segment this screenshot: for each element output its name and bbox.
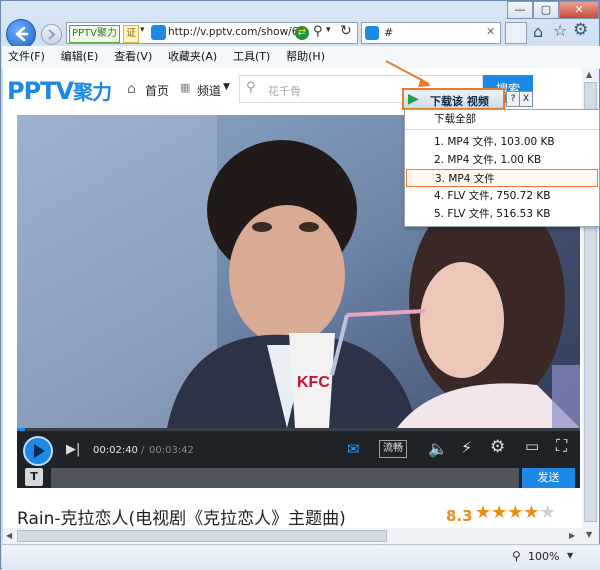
star-filled-icon: ★: [523, 502, 540, 523]
menu-view[interactable]: 查看(V): [108, 46, 158, 68]
new-tab-button[interactable]: [505, 22, 527, 44]
settings-gear-icon[interactable]: ⚙: [490, 437, 505, 457]
pptv-logo[interactable]: PPTV聚力: [7, 76, 112, 105]
fullscreen-icon[interactable]: ⛶: [556, 436, 567, 456]
browser-tab[interactable]: # ✕: [361, 22, 501, 44]
volume-icon[interactable]: 🔈: [428, 439, 448, 458]
quality-button[interactable]: 流畅: [379, 440, 407, 458]
arrow-left-icon: [15, 26, 29, 42]
download-item-3[interactable]: 3. MP4 文件: [406, 169, 598, 187]
scroll-up-icon[interactable]: ▲: [586, 70, 592, 79]
rating-stars: ★★★★★: [475, 502, 556, 523]
certificate-badge[interactable]: 证: [123, 25, 139, 43]
boost-icon[interactable]: ⚡: [461, 438, 472, 457]
forward-button[interactable]: [41, 24, 62, 45]
menu-tools[interactable]: 工具(T): [227, 46, 276, 68]
menu-bar: 文件(F) 编辑(E) 查看(V) 收藏夹(A) 工具(T) 帮助(H): [2, 46, 600, 69]
search-placeholder: 花千骨: [268, 85, 301, 98]
url-text[interactable]: http://v.pptv.com/show/6(: [168, 26, 308, 38]
download-item-1[interactable]: 1. MP4 文件, 103.00 KB: [406, 133, 598, 151]
back-button[interactable]: [6, 19, 36, 49]
progress-track[interactable]: [17, 428, 580, 431]
search-dropdown-icon[interactable]: ▾: [326, 25, 331, 35]
minimize-button[interactable]: —: [507, 1, 533, 19]
menu-help[interactable]: 帮助(H): [280, 46, 331, 68]
star-filled-icon: ★: [475, 502, 492, 523]
time-total: 00:03:42: [149, 445, 194, 456]
compat-view-icon[interactable]: ⇄: [295, 26, 309, 40]
search-icon[interactable]: ⚲: [313, 24, 323, 39]
send-button[interactable]: 发送: [522, 468, 575, 488]
download-item-4[interactable]: 4. FLV 文件, 750.72 KB: [406, 187, 598, 205]
downloader-close-button[interactable]: X: [519, 91, 533, 107]
browser-window: — ▢ ✕ PPTV聚力 证 ▾ http://v.pptv.com/show/…: [0, 0, 600, 570]
time-separator: /: [141, 445, 145, 456]
site-favicon-icon: [151, 25, 166, 40]
download-item-5[interactable]: 5. FLV 文件, 516.53 KB: [406, 205, 598, 223]
download-item-2[interactable]: 2. MP4 文件, 1.00 KB: [406, 151, 598, 169]
progress-fill: [17, 428, 26, 431]
star-filled-icon: ★: [507, 502, 524, 523]
widescreen-icon[interactable]: ▭: [525, 437, 539, 455]
scroll-down-icon[interactable]: ▼: [586, 530, 592, 539]
menu-file[interactable]: 文件(F): [2, 46, 51, 68]
play-button[interactable]: [23, 436, 53, 466]
chevron-down-icon[interactable]: ▾: [140, 25, 145, 35]
time-current: 00:02:40: [93, 445, 138, 456]
site-identity-badge[interactable]: PPTV聚力: [69, 25, 121, 43]
zoom-dropdown-icon[interactable]: ▼: [567, 551, 573, 560]
horizontal-scroll-thumb[interactable]: [17, 530, 387, 542]
next-icon[interactable]: ▶|: [66, 442, 80, 457]
downloader-help-button[interactable]: ?: [506, 91, 520, 107]
danmaku-icon[interactable]: ✉: [347, 440, 360, 458]
home-icon[interactable]: ⌂: [533, 22, 543, 41]
download-menu: 下载全部 1. MP4 文件, 103.00 KB 2. MP4 文件, 1.0…: [404, 109, 600, 227]
scroll-left-icon[interactable]: ◀: [6, 531, 12, 540]
player-controls: ▶| 00:02:40 / 00:03:42 ✉ 流畅 🔈 ⚡ ⚙ ▭ ⛶ T …: [17, 428, 580, 488]
annotation-arrow-icon: [385, 60, 431, 87]
grid-icon: ▦: [180, 81, 191, 94]
address-bar[interactable]: PPTV聚力 证 ▾ http://v.pptv.com/show/6( ⇄ ⚲…: [66, 22, 358, 44]
close-window-button[interactable]: ✕: [559, 1, 599, 19]
menu-edit[interactable]: 编辑(E): [55, 46, 105, 68]
tab-title: #: [384, 26, 394, 39]
tab-close-icon[interactable]: ✕: [486, 25, 495, 38]
nav-channel-link[interactable]: 频道: [197, 82, 221, 99]
scroll-right-icon[interactable]: ▶: [569, 531, 575, 540]
text-toggle-icon[interactable]: T: [25, 468, 43, 486]
horizontal-scrollbar[interactable]: ◀ ▶: [3, 528, 582, 544]
logo-sub: 聚力: [73, 80, 112, 104]
favorites-star-icon[interactable]: ☆: [553, 21, 567, 40]
refresh-icon[interactable]: ↻: [340, 23, 352, 39]
nav-home-link[interactable]: 首页: [145, 82, 169, 99]
menu-divider: [405, 129, 599, 130]
video-title: Rain-克拉恋人(电视剧《克拉恋人》主题曲): [17, 509, 346, 529]
home-nav-icon: ⌂: [127, 81, 136, 97]
play-icon: [34, 444, 45, 458]
tab-favicon-icon: [365, 26, 379, 40]
logo-text: PPTV: [7, 77, 74, 105]
gear-icon[interactable]: ⚙: [573, 20, 588, 40]
star-filled-icon: ★: [491, 502, 508, 523]
maximize-button[interactable]: ▢: [533, 1, 559, 19]
star-empty-icon: ★: [539, 502, 556, 523]
channel-dropdown-icon[interactable]: ▼: [223, 82, 230, 92]
arrow-right-icon: [48, 29, 56, 40]
zoom-level[interactable]: 100%: [528, 550, 559, 563]
download-all-item[interactable]: 下载全部: [406, 110, 598, 128]
danmaku-input[interactable]: [51, 468, 519, 488]
rating-score: 8.3: [446, 507, 473, 525]
menu-favorites[interactable]: 收藏夹(A): [162, 46, 223, 68]
status-bar: ⚲ 100% ▼: [2, 544, 600, 570]
site-search-icon: ⚲: [246, 80, 256, 95]
cup-logo: KFC: [297, 374, 330, 391]
zoom-icon: ⚲: [512, 549, 521, 563]
